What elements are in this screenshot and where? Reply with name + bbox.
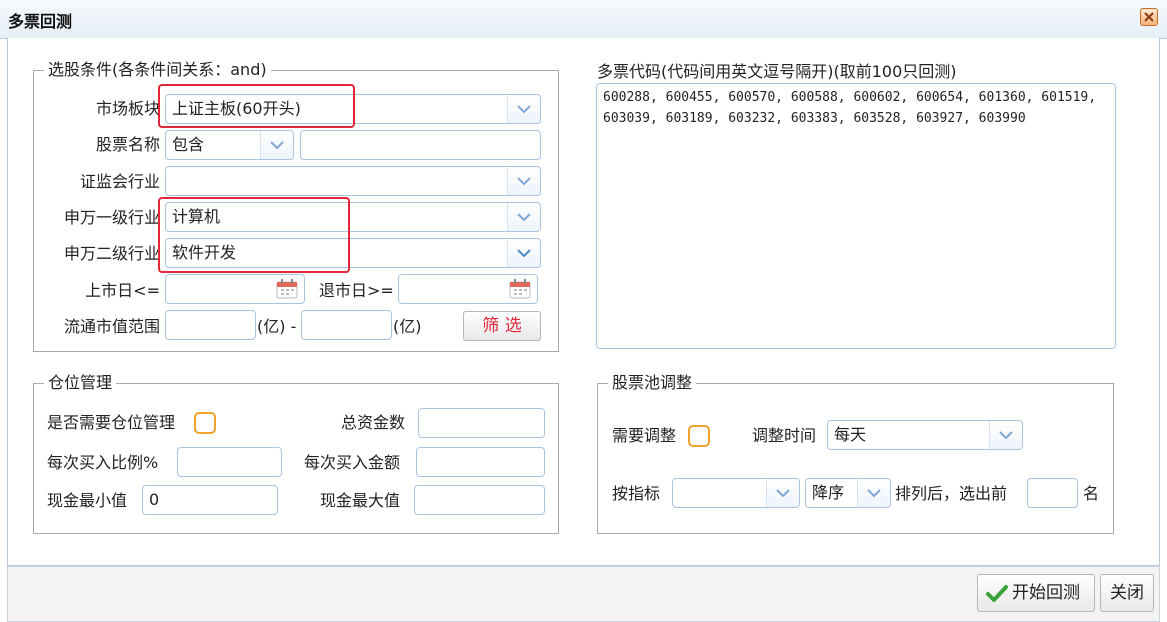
mcap-unit-2: (亿) (393, 317, 422, 336)
buy-amount-label: 每次买入金额 (304, 453, 401, 472)
market-label: 市场板块 (95, 99, 160, 118)
total-funds-input[interactable] (418, 408, 545, 438)
position-need-checkbox[interactable] (194, 412, 216, 434)
chevron-down-icon (517, 105, 531, 114)
sw2-select-arrow[interactable] (507, 239, 540, 267)
cash-min-input[interactable]: 0 (142, 485, 278, 515)
cash-max-label: 现金最大值 (320, 491, 401, 510)
codes-label: 多票代码(代码间用英文逗号隔开)(取前100只回测) (597, 62, 957, 81)
start-backtest-button[interactable]: 开始回测 (977, 574, 1095, 612)
close-window-button[interactable] (1140, 8, 1158, 26)
start-backtest-label: 开始回测 (1012, 583, 1080, 603)
indicator-select[interactable] (672, 478, 800, 508)
sw2-select[interactable]: 软件开发 (165, 238, 541, 268)
mcap-label: 流通市值范围 (63, 317, 160, 336)
name-mode-value: 包含 (172, 135, 205, 154)
conditions-legend: 选股条件(各条件间关系：and) (48, 60, 267, 79)
mcap-max-input[interactable] (301, 310, 392, 340)
cash-min-label: 现金最小值 (47, 491, 128, 510)
sort-text: 排列后，选出前 (895, 484, 1008, 503)
close-icon (1144, 12, 1154, 22)
name-mode-select[interactable]: 包含 (165, 130, 294, 160)
chevron-down-icon (999, 431, 1013, 440)
sw2-label: 申万二级行业 (63, 244, 160, 263)
delist-date-label: 退市日>= (319, 281, 394, 300)
pool-legend: 股票池调整 (612, 373, 693, 392)
checkmark-icon (986, 585, 1008, 602)
total-funds-label: 总资金数 (341, 413, 406, 432)
chevron-down-icon (517, 249, 531, 258)
indicator-label: 按指标 (612, 484, 661, 503)
sw1-label: 申万一级行业 (63, 208, 160, 227)
pool-need-label: 需要调整 (612, 426, 677, 445)
sw1-select-arrow[interactable] (507, 203, 540, 231)
pool-group: 股票池调整 (597, 374, 1114, 534)
delist-date-input[interactable] (398, 274, 538, 304)
mcap-min-input[interactable] (165, 310, 256, 340)
name-label: 股票名称 (95, 135, 160, 154)
csrc-select-arrow[interactable] (507, 167, 540, 195)
top-n-unit: 名 (1083, 484, 1100, 503)
market-select-arrow[interactable] (507, 95, 540, 123)
pool-need-checkbox[interactable] (688, 425, 710, 447)
codes-textarea[interactable]: 600288, 600455, 600570, 600588, 600602, … (596, 83, 1116, 349)
adjust-time-value: 每天 (834, 425, 867, 444)
name-mode-arrow[interactable] (260, 131, 293, 159)
name-input[interactable] (300, 130, 541, 160)
sw2-select-value: 软件开发 (172, 243, 237, 262)
buy-ratio-label: 每次买入比例% (47, 453, 159, 472)
list-date-label: 上市日<= (85, 281, 160, 300)
adjust-time-select[interactable]: 每天 (827, 420, 1023, 450)
calendar-icon[interactable] (276, 279, 298, 299)
sw1-select[interactable]: 计算机 (165, 202, 541, 232)
csrc-label: 证监会行业 (79, 172, 160, 191)
window-title: 多票回测 (8, 12, 73, 31)
order-arrow[interactable] (857, 479, 890, 507)
filter-button[interactable]: 筛 选 (463, 311, 541, 341)
order-value: 降序 (812, 483, 845, 502)
chevron-down-icon (270, 141, 284, 150)
cash-max-input[interactable] (414, 485, 545, 515)
position-need-label: 是否需要仓位管理 (47, 413, 176, 432)
chevron-down-icon (517, 213, 531, 222)
market-select-value: 上证主板(60开头) (172, 99, 301, 118)
calendar-icon[interactable] (509, 279, 531, 299)
position-legend: 仓位管理 (48, 373, 113, 392)
order-select[interactable]: 降序 (805, 478, 891, 508)
market-select[interactable]: 上证主板(60开头) (165, 94, 541, 124)
chevron-down-icon (776, 489, 790, 498)
top-n-input[interactable] (1027, 478, 1078, 508)
title-bar: 多票回测 (0, 0, 1167, 39)
csrc-select[interactable] (165, 166, 541, 196)
mcap-unit-1: (亿) - (257, 317, 297, 336)
indicator-arrow[interactable] (766, 479, 799, 507)
chevron-down-icon (517, 177, 531, 186)
chevron-down-icon (867, 489, 881, 498)
adjust-time-label: 调整时间 (752, 426, 817, 445)
list-date-input[interactable] (165, 274, 305, 304)
sw1-select-value: 计算机 (172, 207, 221, 226)
adjust-time-arrow[interactable] (989, 421, 1022, 449)
buy-ratio-input[interactable] (177, 447, 282, 477)
buy-amount-input[interactable] (416, 447, 545, 477)
close-button[interactable]: 关闭 (1100, 574, 1154, 612)
